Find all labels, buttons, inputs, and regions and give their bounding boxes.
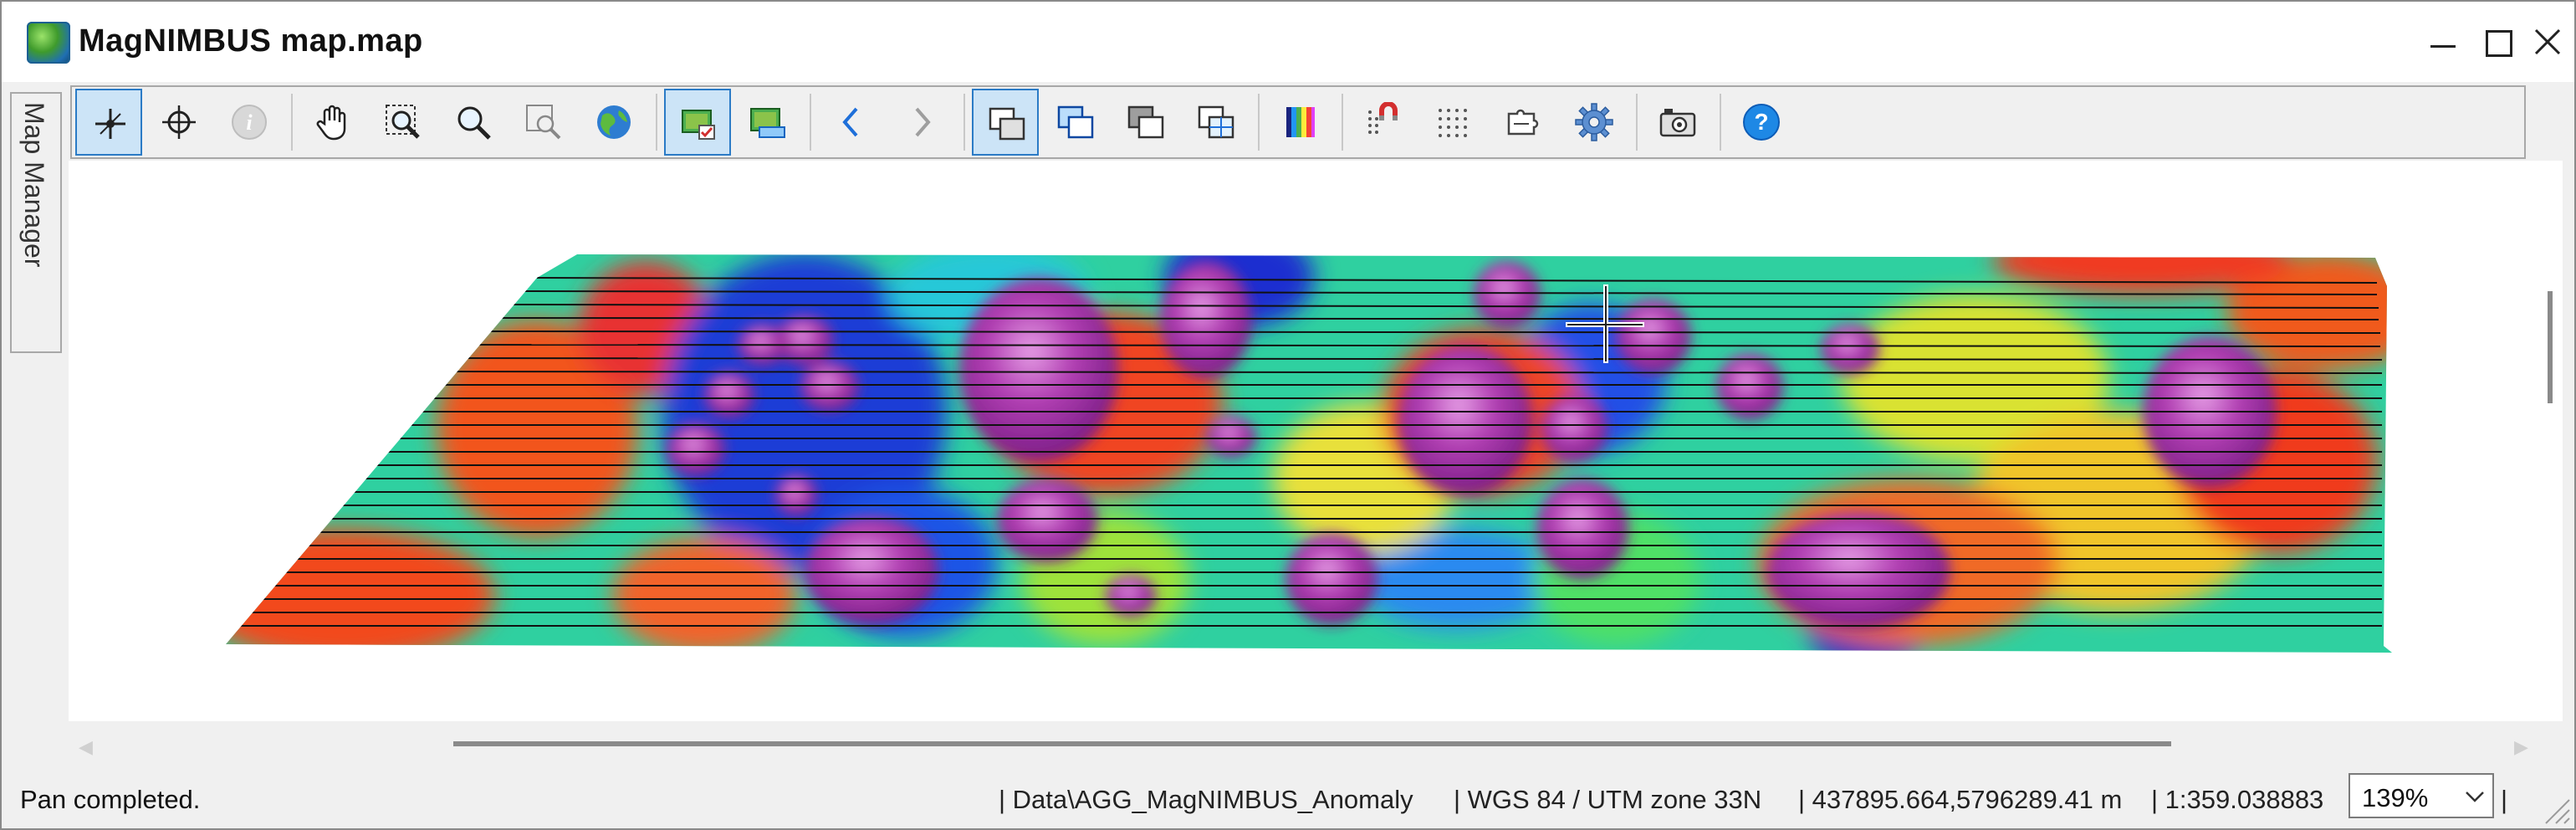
info-tool[interactable]: i <box>216 89 283 156</box>
zoom-extent-tool[interactable] <box>510 89 577 156</box>
close-button[interactable] <box>2526 20 2569 64</box>
crosshair-target-icon <box>162 105 196 139</box>
zoom-value: 139% <box>2362 783 2429 812</box>
vertical-scrollbar[interactable] <box>2544 161 2563 721</box>
layer-check-icon <box>682 110 715 140</box>
edit-vertex-tool[interactable] <box>75 89 142 156</box>
status-crs: | WGS 84 / UTM zone 33N <box>1454 785 1762 814</box>
view-frame-3[interactable] <box>1112 89 1179 156</box>
magnetic-anomaly-grid[interactable] <box>69 161 2544 721</box>
toolbar-separator <box>1258 94 1260 151</box>
magnet-icon <box>1368 102 1398 134</box>
map-manager-tab[interactable]: Map Manager <box>10 92 62 353</box>
settings-tool[interactable] <box>1561 89 1628 156</box>
minimize-button[interactable] <box>2420 20 2464 64</box>
dot-grid-icon <box>1439 109 1467 137</box>
window-title: MagNIMBUS map.map <box>79 23 423 59</box>
chevron-right-icon <box>915 107 931 137</box>
svg-text:?: ? <box>1754 109 1768 135</box>
gear-icon <box>1575 103 1613 141</box>
color-bar-icon <box>1286 107 1315 137</box>
forward-button[interactable] <box>888 89 955 156</box>
status-coordinates: | 437895.664,5796289.41 m <box>1798 785 2123 814</box>
toolbar-separator <box>1720 94 1721 151</box>
magnifier-icon <box>457 106 491 140</box>
frames-grid-icon <box>1198 105 1234 139</box>
close-icon <box>2534 28 2561 55</box>
back-button[interactable] <box>818 89 885 156</box>
help-button[interactable]: ? <box>1728 89 1795 156</box>
plugin-tool[interactable] <box>1490 89 1557 156</box>
globe-tool[interactable] <box>580 89 647 156</box>
magnet-grid-tool[interactable] <box>1350 89 1417 156</box>
map-canvas[interactable] <box>69 161 2544 721</box>
snapshot-tool[interactable] <box>1644 89 1711 156</box>
status-trailing-separator: | <box>2501 785 2508 814</box>
status-message: Pan completed. <box>20 785 201 814</box>
zoom-window-icon <box>386 105 420 139</box>
minimize-icon <box>2430 45 2456 48</box>
crosshair-move-icon <box>95 109 125 139</box>
status-scale: | 1:359.038883 <box>2151 785 2324 814</box>
view-frame-4[interactable] <box>1183 89 1250 156</box>
app-window: MagNIMBUS map.map Map Manager i ? ◀ ▶ Pa… <box>0 0 2576 830</box>
toolbar-separator <box>963 94 965 151</box>
toolbar-separator <box>1636 94 1638 151</box>
svg-text:i: i <box>246 110 253 135</box>
toolbar: i ? <box>70 85 2526 159</box>
globe-map-icon <box>27 22 70 64</box>
zoom-tool[interactable] <box>440 89 507 156</box>
resize-grip-icon[interactable] <box>2541 795 2571 825</box>
zoom-window-tool[interactable] <box>370 89 437 156</box>
zoom-extent-icon <box>526 105 561 140</box>
chevron-down-icon <box>2466 792 2484 802</box>
view-frame-1[interactable] <box>972 89 1039 156</box>
globe-icon <box>597 105 631 139</box>
frames-icon <box>989 107 1025 141</box>
layer-edit-tool[interactable] <box>734 89 801 156</box>
view-frame-2[interactable] <box>1042 89 1109 156</box>
toolbar-separator <box>1342 94 1343 151</box>
maximize-icon <box>2486 30 2512 57</box>
toolbar-separator <box>810 94 811 151</box>
horizontal-scroll-thumb[interactable] <box>453 741 2171 746</box>
status-bar: Pan completed. | Data\AGG_MagNIMBUS_Anom… <box>2 766 2574 828</box>
maximize-button[interactable] <box>2476 20 2519 64</box>
toolbar-separator <box>291 94 293 151</box>
horizontal-scrollbar[interactable] <box>69 723 2544 758</box>
pan-tool[interactable] <box>299 89 366 156</box>
info-icon: i <box>232 105 267 140</box>
camera-icon <box>1659 109 1696 137</box>
frames-dark-icon <box>1127 105 1164 139</box>
color-scale-tool[interactable] <box>1266 89 1333 156</box>
frames-blue-icon <box>1057 105 1094 139</box>
map-manager-label: Map Manager <box>19 102 49 268</box>
title-bar: MagNIMBUS map.map <box>2 2 2574 82</box>
help-icon: ? <box>1743 104 1780 141</box>
layer-edit-icon <box>750 108 785 138</box>
scroll-left-arrow-icon[interactable]: ◀ <box>79 736 93 758</box>
vertical-scroll-thumb[interactable] <box>2548 291 2553 403</box>
scroll-right-arrow-icon[interactable]: ▶ <box>2514 736 2528 758</box>
zoom-select[interactable]: 139% <box>2349 773 2494 818</box>
layer-select-tool[interactable] <box>664 89 731 156</box>
toolbar-separator <box>656 94 657 151</box>
hand-icon <box>316 105 346 141</box>
chevron-left-icon <box>842 107 858 137</box>
select-point-tool[interactable] <box>146 89 212 156</box>
status-data-path: | Data\AGG_MagNIMBUS_Anomaly <box>999 785 1413 814</box>
puzzle-icon <box>1507 109 1539 136</box>
dot-grid-tool[interactable] <box>1420 89 1487 156</box>
